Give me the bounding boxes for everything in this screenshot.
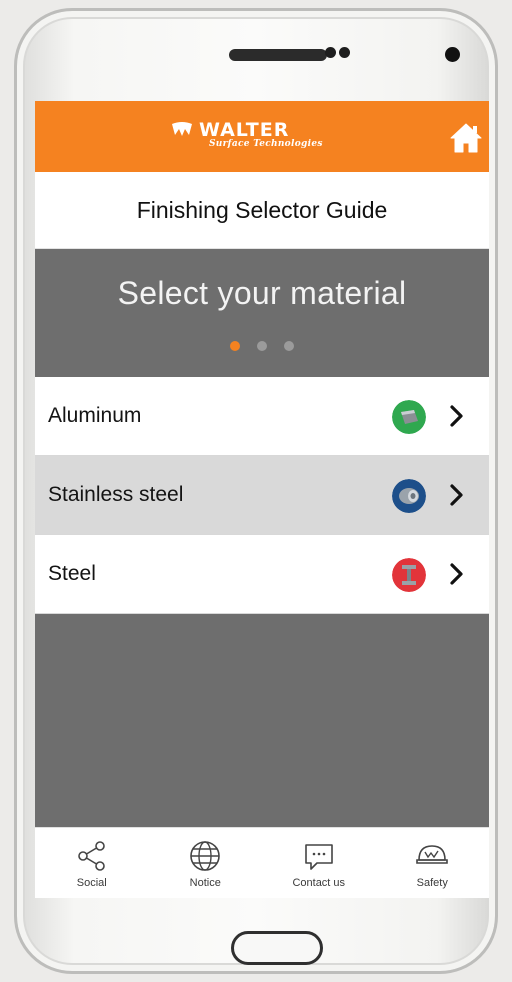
front-camera	[445, 47, 460, 62]
stainless-steel-icon	[392, 479, 426, 513]
hero-title: Select your material	[117, 275, 407, 311]
chevron-right-icon	[450, 563, 463, 585]
steel-icon	[392, 558, 426, 592]
page-dot-3[interactable]	[284, 341, 294, 351]
home-icon[interactable]	[449, 121, 483, 155]
tab-social[interactable]: Social	[35, 828, 149, 898]
brand-name: WALTER	[199, 119, 290, 141]
chat-icon	[304, 844, 333, 870]
walter-logo-mark-icon	[172, 122, 192, 136]
chevron-right-icon	[450, 484, 463, 506]
earpiece-speaker	[229, 49, 327, 61]
page-dot-2[interactable]	[257, 341, 267, 351]
material-item-stainless-steel[interactable]: Stainless steel	[35, 456, 489, 535]
tab-label: Notice	[189, 877, 221, 889]
globe-icon	[190, 841, 221, 871]
tab-label: Social	[76, 877, 107, 889]
aluminum-icon	[392, 400, 426, 434]
material-item-steel[interactable]: Steel	[35, 535, 489, 614]
brand-tagline: Surface Technologies	[209, 139, 323, 149]
page-dot-1[interactable]	[230, 341, 240, 351]
tab-notice[interactable]: Notice	[149, 828, 263, 898]
share-icon	[77, 841, 105, 871]
helmet-icon	[416, 845, 449, 864]
bottom-tab-bar: Social Notice Contact us Safety	[35, 827, 489, 898]
hero-banner: Select your material	[35, 249, 489, 377]
walter-logo: WALTER Surface Technologies	[171, 119, 323, 149]
app-screen: WALTER Surface Technologies Finishing Se…	[35, 101, 489, 898]
light-sensor	[339, 47, 350, 58]
tab-safety[interactable]: Safety	[376, 828, 490, 898]
page-title: Finishing Selector Guide	[136, 196, 388, 223]
hardware-home-button[interactable]	[231, 931, 323, 965]
title-bar: Finishing Selector Guide	[35, 172, 489, 249]
proximity-sensor	[325, 47, 336, 58]
material-label: Stainless steel	[48, 483, 184, 506]
material-label: Steel	[48, 562, 96, 585]
chevron-right-icon	[450, 405, 463, 427]
material-item-aluminum[interactable]: Aluminum	[35, 377, 489, 456]
tab-label: Safety	[416, 877, 448, 889]
top-app-bar: WALTER Surface Technologies	[35, 101, 489, 172]
material-label: Aluminum	[48, 404, 142, 427]
empty-content-area	[35, 614, 489, 831]
page-indicator	[35, 341, 489, 351]
tab-contact-us[interactable]: Contact us	[262, 828, 376, 898]
tab-label: Contact us	[292, 877, 346, 889]
